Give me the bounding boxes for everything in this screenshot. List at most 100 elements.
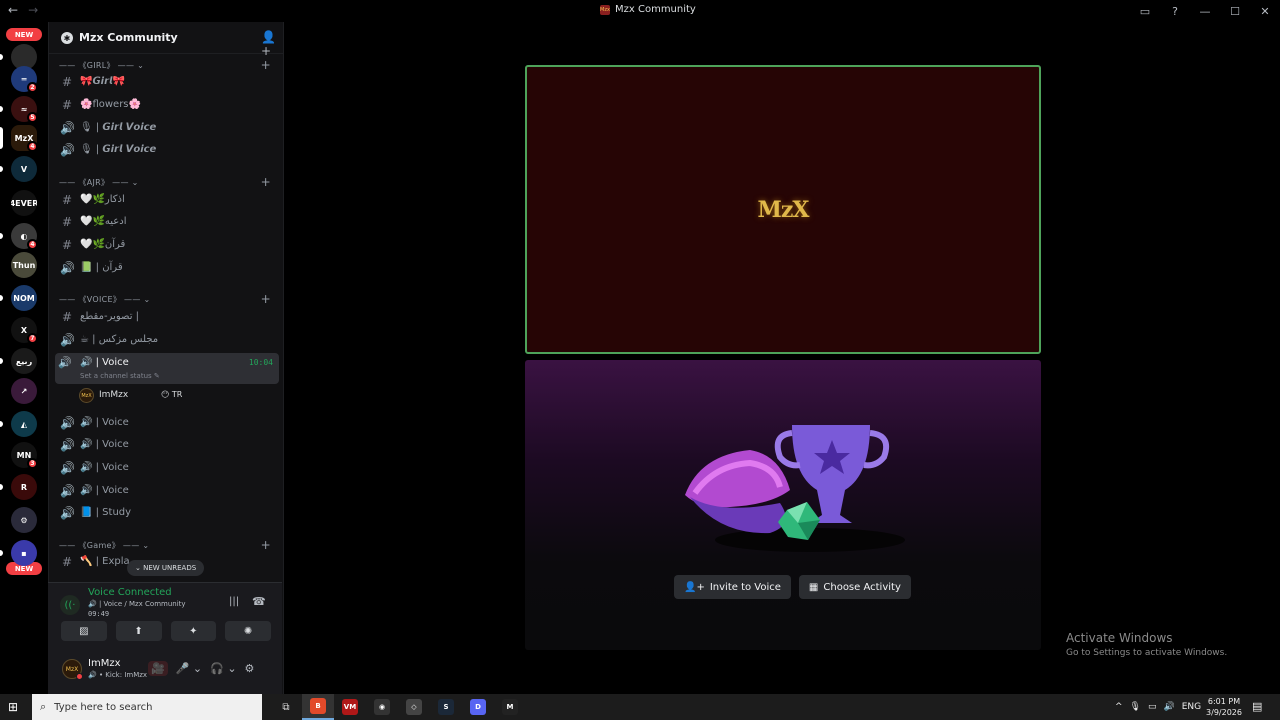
settings-gear-icon[interactable]: ⚙ <box>245 662 255 675</box>
back-arrow-icon[interactable]: ← <box>8 3 18 17</box>
server-icon[interactable]: 4EVER <box>11 190 37 216</box>
server-icon[interactable]: ↗ <box>11 378 37 404</box>
taskbar-app-steam[interactable]: S <box>430 694 462 720</box>
speaker-active-icon: 🔊 <box>58 356 72 369</box>
channel-name: 🎙 | 𝙂𝙞𝙧𝙡 𝙑𝙤𝙞𝙘𝙚 <box>80 144 157 155</box>
server-icon[interactable]: ▪ <box>11 540 37 566</box>
participant-tile[interactable]: MzX <box>525 65 1041 354</box>
channel-item[interactable]: 🔊 🎙 | 𝙂𝙞𝙧𝙡 𝙑𝙤𝙞𝙘𝙚 <box>55 118 279 139</box>
voice-user-tag: 😶 TR <box>161 390 183 399</box>
channel-item[interactable]: # تصوير-مقطع | <box>55 307 279 328</box>
server-icon[interactable]: ربيع <box>11 348 37 374</box>
channel-item[interactable]: 🔊 🔊 | Voice <box>55 413 279 434</box>
voice-connected-channel[interactable]: 🔊 | Voice / Mzx Community <box>88 600 186 608</box>
taskbar-search[interactable]: ⌕ Type here to search <box>32 694 262 720</box>
server-logo-icon: Mzx <box>600 4 610 15</box>
taskbar-app-brave[interactable]: B <box>302 694 334 720</box>
user-panel: MzX ImMzx 🔊 • Kick: ImMzx 🎥 🎤 ⌄ 🎧 ⌄ ⚙ <box>48 652 282 694</box>
category-ajr[interactable]: —— 《AJR》 —— ⌄ + <box>59 175 275 191</box>
notification-center-icon[interactable]: ▤ <box>1252 700 1262 713</box>
channel-item[interactable]: 🔊 🔊 | Voice <box>55 435 279 456</box>
disconnect-icon[interactable]: ☎ <box>252 595 266 608</box>
forward-arrow-icon[interactable]: → <box>28 3 38 17</box>
user-name[interactable]: ImMzx <box>88 658 121 669</box>
add-channel-icon[interactable]: + <box>261 538 271 552</box>
search-icon: ⌕ <box>40 700 47 713</box>
inbox-icon[interactable]: ▭ <box>1130 5 1160 18</box>
epic-icon: M <box>502 699 518 715</box>
channel-item[interactable]: 🔊 ☕ | مجلس مزكس <box>55 330 279 351</box>
taskbar-apps: ⧉ B VM ◉ ◇ S D M <box>270 694 526 720</box>
new-unreads-button[interactable]: ⌄ NEW UNREADS <box>127 560 205 576</box>
server-icon[interactable]: NOM <box>11 285 37 311</box>
add-channel-icon[interactable]: + <box>261 175 271 189</box>
noise-suppression-icon[interactable]: ||| <box>229 596 239 607</box>
channel-item[interactable]: 🔊 🔊 | Voice <box>55 481 279 502</box>
screen-share-button[interactable]: ⬆ <box>115 621 162 641</box>
add-channel-icon[interactable]: + <box>261 292 271 306</box>
unread-indicator <box>0 166 3 172</box>
steam-icon: S <box>438 699 454 715</box>
voicemeeter-icon: VM <box>342 699 358 715</box>
category-voice[interactable]: —— 《VOICE》 —— ⌄ + <box>59 292 275 308</box>
choose-activity-button[interactable]: ▦ Choose Activity <box>798 575 911 599</box>
connection-signal-icon[interactable]: ((· <box>60 595 80 615</box>
channel-item-active-voice[interactable]: 🔊 🔊 | Voice 10:04 Set a channel status ✎ <box>55 353 279 384</box>
server-icon[interactable]: R <box>11 474 37 500</box>
voice-connected-title[interactable]: Voice Connected <box>88 587 172 598</box>
headphones-icon[interactable]: 🎧 ⌄ <box>210 662 236 675</box>
unread-indicator <box>0 295 3 301</box>
invite-to-voice-button[interactable]: 👤+ Invite to Voice <box>674 575 791 599</box>
server-icon[interactable]: ◭ <box>11 411 37 437</box>
server-icon[interactable]: Thun <box>11 252 37 278</box>
minimize-button[interactable]: — <box>1190 5 1220 18</box>
channel-item[interactable]: 🔊 📗 | قرآن <box>55 258 279 279</box>
taskbar-app-discord[interactable]: D <box>462 694 494 720</box>
hashtag-icon: # <box>61 310 73 324</box>
channel-item[interactable]: 🔊 🔊 | Voice <box>55 458 279 479</box>
tray-network-icon[interactable]: ▭ <box>1148 702 1157 712</box>
tray-mic-icon[interactable]: 🎙 <box>1130 702 1141 712</box>
server-icon[interactable]: ⚙ <box>11 507 37 533</box>
channel-item[interactable]: # 🤍🌿قرآن <box>55 235 279 256</box>
maximize-button[interactable]: ☐ <box>1220 5 1250 18</box>
taskbar-app-unity[interactable]: ◇ <box>398 694 430 720</box>
new-badge-top[interactable]: NEW <box>6 28 42 41</box>
channel-item[interactable]: # 🤍🌿اذكار <box>55 190 279 211</box>
speaker-icon: 🔊 <box>60 461 75 475</box>
microphone-icon[interactable]: 🎤 ⌄ <box>176 662 202 675</box>
camera-toggle-button[interactable]: ▨ <box>61 621 107 641</box>
unread-indicator <box>0 550 3 556</box>
tray-overflow-icon[interactable]: ^ <box>1115 702 1123 712</box>
channel-item[interactable]: 🔊 📘 | Study <box>55 503 279 524</box>
close-button[interactable]: ✕ <box>1250 5 1280 18</box>
add-channel-icon[interactable]: + <box>261 58 271 72</box>
channel-status-prompt[interactable]: Set a channel status ✎ <box>80 372 160 380</box>
tray-language[interactable]: ENG <box>1182 702 1201 712</box>
start-windows-icon[interactable]: ⊞ <box>8 700 18 714</box>
channel-item[interactable]: # 🌸flowers🌸 <box>55 95 279 116</box>
unread-indicator <box>0 421 3 427</box>
voice-user[interactable]: MzX ImMzx 😶 TR <box>79 387 259 405</box>
activity-buttons: 👤+ Invite to Voice ▦ Choose Activity <box>674 575 911 599</box>
task-view-icon[interactable]: ⧉ <box>270 694 302 720</box>
tray-volume-icon[interactable]: 🔊 <box>1164 702 1175 712</box>
channel-item[interactable]: # 🎀𝙂𝙞𝙧𝙡🎀 <box>55 72 279 93</box>
soundboard-button[interactable]: ✺ <box>225 621 271 641</box>
channel-item[interactable]: 🔊 🎙 | 𝙂𝙞𝙧𝙡 𝙑𝙤𝙞𝙘𝙚 <box>55 140 279 161</box>
channel-item[interactable]: # 🤍🌿ادعيه <box>55 212 279 233</box>
activities-button[interactable]: ✦ <box>170 621 217 641</box>
window-title-text: Mzx Community <box>615 4 696 15</box>
guild-header[interactable]: ✱ Mzx Community ⌄ 👤+ <box>49 22 285 58</box>
speaker-icon: 🔊 <box>60 143 75 157</box>
add-member-icon[interactable]: 👤+ <box>261 30 285 58</box>
mention-badge: 4 <box>27 239 38 250</box>
taskbar-app-epic[interactable]: M <box>494 694 526 720</box>
server-icon[interactable]: V <box>11 156 37 182</box>
taskbar-clock[interactable]: 6:01 PM 3/9/2026 <box>1204 696 1244 718</box>
help-icon[interactable]: ? <box>1160 5 1190 18</box>
taskbar: ⊞ ⌕ Type here to search ⧉ B VM ◉ ◇ S D M ^ 🎙 ▭… <box>0 694 1280 720</box>
camera-off-icon[interactable]: 🎥 <box>148 661 168 676</box>
taskbar-app-obs[interactable]: ◉ <box>366 694 398 720</box>
taskbar-app-voicemeeter[interactable]: VM <box>334 694 366 720</box>
